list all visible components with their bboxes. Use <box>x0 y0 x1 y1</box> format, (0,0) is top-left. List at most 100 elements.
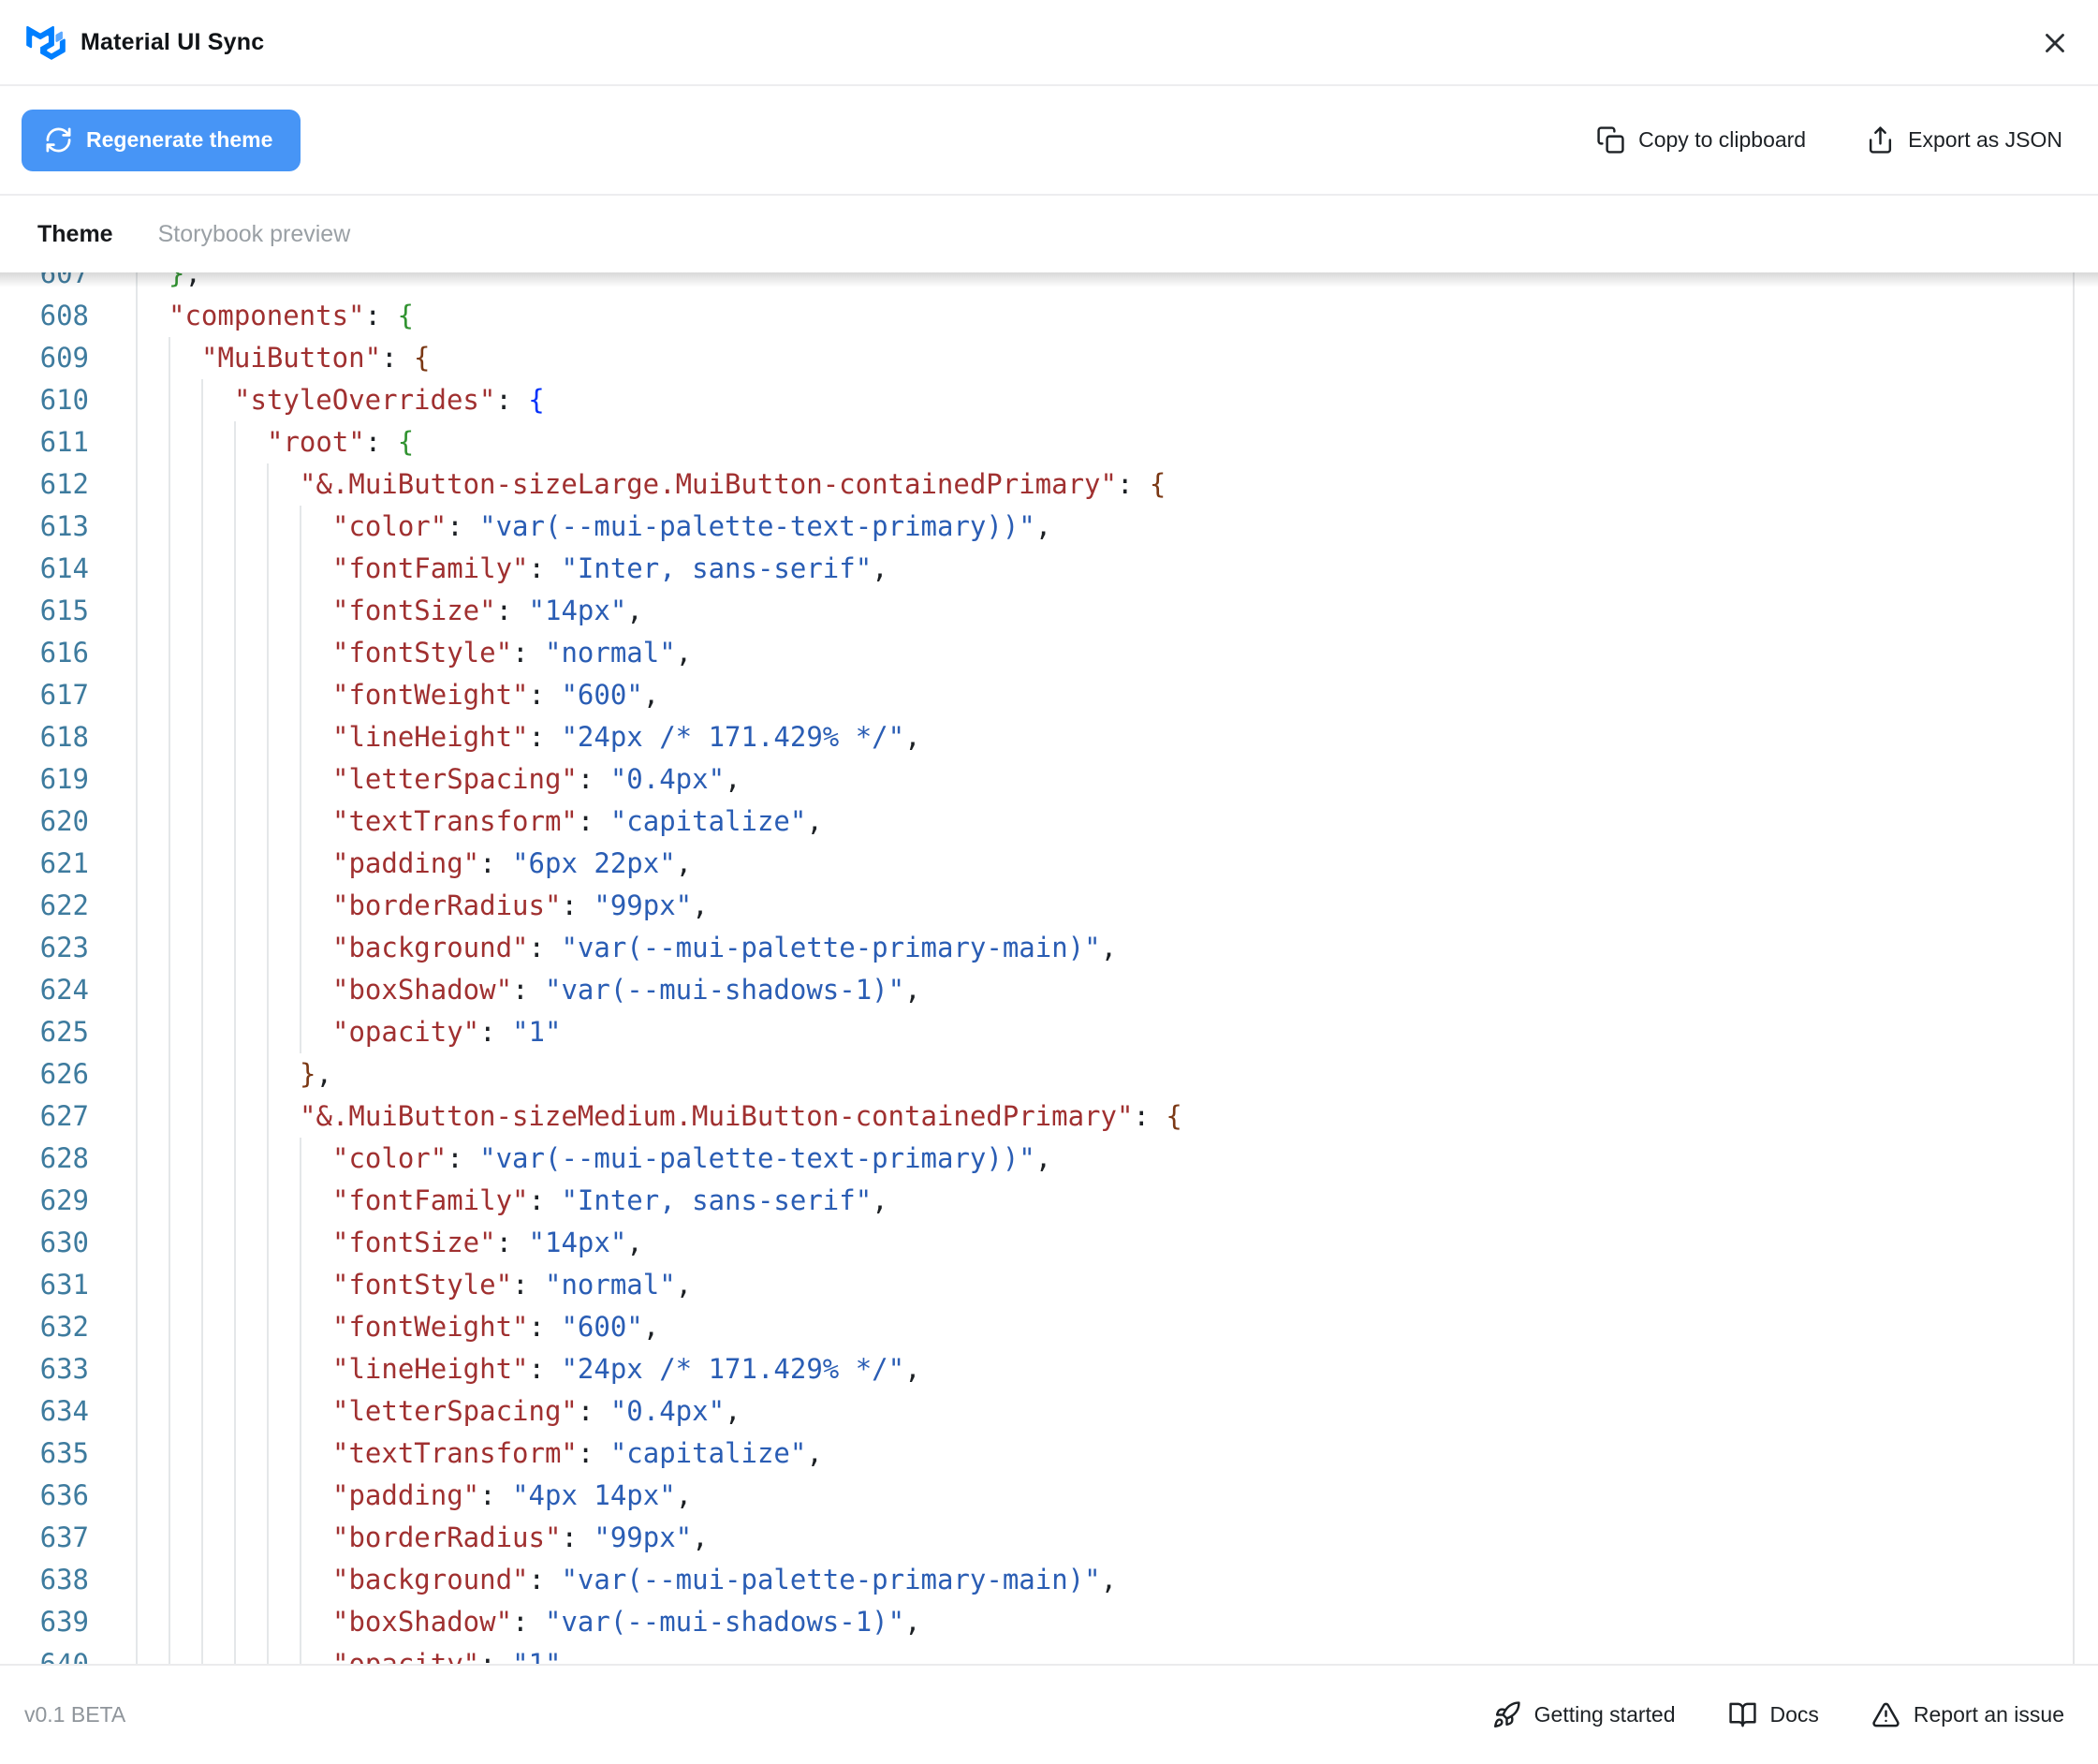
indent-guide <box>267 1095 300 1138</box>
tab-theme[interactable]: Theme <box>37 221 113 248</box>
line-number: 620 <box>39 805 89 837</box>
code-line-content: "opacity": "1" <box>136 1643 561 1664</box>
indent-guide <box>267 1475 300 1517</box>
indent-guide <box>300 1559 332 1601</box>
indent-guide <box>234 1053 267 1095</box>
code-line-content: "components": { <box>136 295 414 337</box>
line-number: 640 <box>39 1648 89 1664</box>
indent-guide <box>136 885 169 927</box>
app-header: Material UI Sync <box>0 0 2098 86</box>
indent-guide <box>169 1475 201 1517</box>
indent-guide <box>169 1517 201 1559</box>
report-an-issue-link[interactable]: Report an issue <box>1871 1700 2064 1729</box>
indent-guide <box>267 969 300 1011</box>
indent-guide <box>169 1348 201 1390</box>
indent-guide <box>234 506 267 548</box>
code-line-content: "fontSize": "14px", <box>136 590 643 632</box>
indent-guide <box>300 716 332 758</box>
indent-guide <box>169 337 201 379</box>
code-line: 608 "components": { <box>0 295 2098 337</box>
indent-guide <box>267 843 300 885</box>
indent-guide <box>234 1601 267 1643</box>
indent-guide <box>267 463 300 506</box>
code-line-content: "fontSize": "14px", <box>136 1222 643 1264</box>
indent-guide <box>169 1011 201 1053</box>
indent-guide <box>267 1180 300 1222</box>
indent-guide <box>267 758 300 801</box>
code-line-content: "background": "var(--mui-palette-primary… <box>136 1559 1117 1601</box>
line-number: 608 <box>39 300 89 331</box>
code-line: 632 "fontWeight": "600", <box>0 1306 2098 1348</box>
copy-to-clipboard-button[interactable]: Copy to clipboard <box>1596 125 1806 154</box>
indent-guide <box>234 843 267 885</box>
indent-guide <box>300 1348 332 1390</box>
indent-guide <box>267 1601 300 1643</box>
indent-guide <box>267 1390 300 1433</box>
indent-guide <box>300 590 332 632</box>
version-label: v0.1 BETA <box>24 1702 126 1727</box>
indent-guide <box>169 590 201 632</box>
indent-guide <box>234 632 267 674</box>
indent-guide <box>136 506 169 548</box>
line-number: 618 <box>39 721 89 753</box>
scrollbar-track[interactable] <box>2073 272 2098 1664</box>
indent-guide <box>136 463 169 506</box>
line-number: 609 <box>39 342 89 374</box>
indent-guide <box>201 1559 234 1601</box>
line-number: 629 <box>39 1184 89 1216</box>
code-line: 627 "&.MuiButton-sizeMedium.MuiButton-con… <box>0 1095 2098 1138</box>
docs-label: Docs <box>1769 1702 1819 1727</box>
indent-guide <box>300 1222 332 1264</box>
indent-guide <box>201 843 234 885</box>
indent-guide <box>136 1559 169 1601</box>
warning-icon <box>1872 1702 1900 1727</box>
getting-started-link[interactable]: Getting started <box>1492 1700 1676 1729</box>
indent-guide <box>267 548 300 590</box>
line-number: 611 <box>39 426 89 458</box>
indent-guide <box>201 1643 234 1664</box>
indent-guide <box>201 1222 234 1264</box>
line-number: 617 <box>39 679 89 711</box>
code-line: 625 "opacity": "1" <box>0 1011 2098 1053</box>
code-line-content: "color": "var(--mui-palette-text-primary… <box>136 1138 1051 1180</box>
code-line-content: "textTransform": "capitalize", <box>136 801 823 843</box>
code-line: 626}, <box>0 1053 2098 1095</box>
code-line: 620 "textTransform": "capitalize", <box>0 801 2098 843</box>
indent-guide <box>300 1517 332 1559</box>
indent-guide <box>136 1390 169 1433</box>
export-as-json-button[interactable]: Export as JSON <box>1866 125 2062 154</box>
code-editor[interactable]: 607}, 608 "components": {609 "MuiButton": {… <box>0 272 2098 1664</box>
line-number: 612 <box>39 468 89 500</box>
indent-guide <box>267 1053 300 1095</box>
indent-guide <box>267 1222 300 1264</box>
tab-storybook-preview[interactable]: Storybook preview <box>158 221 351 248</box>
code-line-content: "fontStyle": "normal", <box>136 1264 692 1306</box>
indent-guide <box>234 1222 267 1264</box>
indent-guide <box>267 801 300 843</box>
code-line-content: }, <box>136 272 201 295</box>
indent-guide <box>234 1011 267 1053</box>
indent-guide <box>136 421 169 463</box>
code-line-content: "&.MuiButton-sizeMedium.MuiButton-contai… <box>136 1095 1182 1138</box>
indent-guide <box>169 1433 201 1475</box>
line-number: 615 <box>39 595 89 626</box>
indent-guide <box>201 1180 234 1222</box>
close-icon <box>2046 34 2064 52</box>
code-line: 617 "fontWeight": "600", <box>0 674 2098 716</box>
code-line: 622 "borderRadius": "99px", <box>0 885 2098 927</box>
code-line-content: "borderRadius": "99px", <box>136 885 709 927</box>
regenerate-theme-button[interactable]: Regenerate theme <box>22 109 301 171</box>
indent-guide <box>169 1643 201 1664</box>
docs-link[interactable]: Docs <box>1728 1700 1819 1729</box>
indent-guide <box>234 1475 267 1517</box>
report-an-issue-label: Report an issue <box>1913 1702 2064 1727</box>
indent-guide <box>136 969 169 1011</box>
code-line-content: "color": "var(--mui-palette-text-primary… <box>136 506 1051 548</box>
line-number: 610 <box>39 384 89 416</box>
close-button[interactable] <box>2036 24 2074 62</box>
toolbar: Regenerate theme Copy to clipboard Expor… <box>0 86 2098 196</box>
indent-guide <box>300 927 332 969</box>
indent-guide <box>234 801 267 843</box>
indent-guide <box>234 674 267 716</box>
indent-guide <box>234 1095 267 1138</box>
